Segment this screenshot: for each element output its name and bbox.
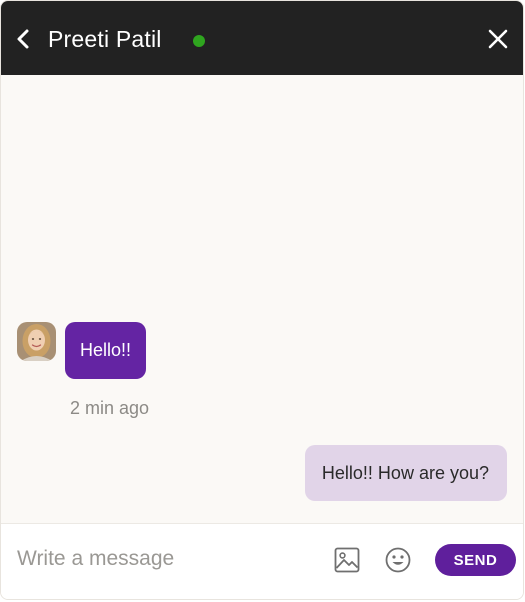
chat-header: Preeti Patil — [1, 1, 523, 75]
image-icon — [334, 547, 360, 573]
close-icon — [488, 29, 508, 49]
attach-image-button[interactable] — [333, 546, 361, 574]
chat-window: Preeti Patil Hello!! 2 min ago Hello!! H… — [0, 0, 524, 600]
message-list[interactable]: Hello!! 2 min ago Hello!! How are you? — [1, 75, 523, 525]
message-input[interactable] — [17, 542, 317, 576]
emoji-icon — [385, 547, 411, 573]
chevron-left-icon — [17, 29, 29, 49]
message-bubble-incoming: Hello!! — [65, 322, 147, 379]
message-composer: SEND — [1, 523, 523, 599]
message-timestamp: 2 min ago — [70, 398, 150, 418]
emoji-button[interactable] — [384, 546, 412, 574]
send-button[interactable]: SEND — [435, 544, 516, 576]
back-button[interactable] — [13, 27, 35, 51]
avatar — [17, 322, 56, 361]
contact-name: Preeti Patil — [48, 26, 162, 52]
close-button[interactable] — [487, 28, 509, 50]
message-bubble-outgoing: Hello!! How are you? — [304, 445, 507, 501]
online-status-dot — [193, 35, 205, 47]
